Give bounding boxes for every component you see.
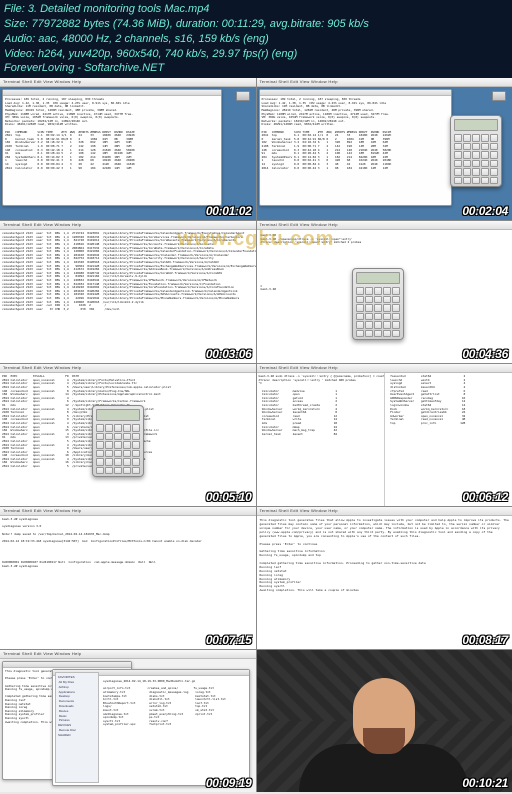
calc-buttons	[451, 133, 501, 187]
dtrace-right: fseventsd stat64 2 launchd wait4 2 syslo…	[385, 373, 512, 506]
finder-sidebar: FAVORITES All My Files AirDrop Applicati…	[55, 672, 99, 783]
hd-icon	[492, 91, 506, 101]
thumb-2: Terminal Shell Edit View Window Help Pro…	[257, 78, 512, 220]
menubar: Terminal Shell Edit View Window Help	[0, 507, 256, 516]
thumb-1: Terminal Shell Edit View Window Help Pro…	[0, 78, 256, 220]
credit-line: ForeverLoving - Softarchive.NET	[4, 61, 508, 76]
presenter-video	[257, 650, 512, 792]
media-info-header: File: 3. Detailed monitoring tools Mac.m…	[0, 0, 512, 78]
timestamp: 00:03:06	[206, 347, 252, 361]
calc-display	[356, 272, 400, 284]
timestamp: 00:06:12	[462, 490, 508, 504]
thumb-4: Terminal Shell Edit View Window Help bas…	[257, 221, 512, 363]
hd-icon	[236, 91, 250, 101]
timestamp: 00:09:19	[206, 776, 252, 790]
menubar: Terminal Shell Edit View Window Help	[257, 78, 512, 87]
dtrace-left: bash-3.2# sudo dtrace -n 'syscall:::entr…	[257, 373, 385, 506]
thumbnail-grid: Terminal Shell Edit View Window Help Pro…	[0, 78, 512, 792]
calc-display	[454, 119, 498, 131]
timestamp: 00:01:02	[206, 204, 252, 218]
menubar: Terminal Shell Edit View Window Help	[0, 221, 256, 230]
menubar: Terminal Shell Edit View Window Help	[0, 78, 256, 87]
timestamp: 00:10:21	[462, 776, 508, 790]
calc-buttons	[93, 423, 143, 477]
menubar: Terminal Shell Edit View Window Help	[0, 650, 256, 659]
presenter-head	[353, 678, 415, 752]
timestamp: 00:02:04	[462, 204, 508, 218]
menubar: Terminal Shell Edit View Window Help	[0, 364, 256, 373]
timestamp: 00:04:36	[462, 347, 508, 361]
terminal-top: Processes: 189 total, 2 running, 187 sle…	[2, 89, 222, 206]
finder-window: FAVORITES All My Files AirDrop Applicati…	[52, 669, 250, 786]
thumb-3: Terminal Shell Edit View Window Help cal…	[0, 221, 256, 363]
size-line: Size: 77972882 bytes (74.36 MiB), durati…	[4, 17, 508, 32]
thumb-8: Terminal Shell Edit View Window Help Thi…	[257, 507, 512, 649]
thumb-9: Terminal Shell Edit View Window Help Thi…	[0, 650, 256, 792]
sysdiag-output: bash-3.2# sysdiagnose sysdiagnose versio…	[0, 516, 256, 649]
menubar: Terminal Shell Edit View Window Help	[257, 364, 512, 373]
thumb-10: 00:10:21	[257, 650, 512, 792]
menubar: Terminal Shell Edit View Window Help	[257, 221, 512, 230]
top-output: Processes: 189 total, 2 running, 187 sle…	[260, 96, 452, 172]
finder-files: sysdiagnose_2014.02.14_18-19-33-0800_Mac…	[101, 678, 247, 783]
thumb-6: Terminal Shell Edit View Window Help bas…	[257, 364, 512, 506]
calc-buttons	[353, 286, 403, 340]
calculator-window	[450, 115, 502, 187]
menubar: Terminal Shell Edit View Window Help	[257, 507, 512, 516]
calc-display	[96, 409, 140, 421]
audio-line: Audio: aac, 48000 Hz, 2 channels, s16, 1…	[4, 32, 508, 47]
lsof-output: calendarAgent 2123 user txt REG 1,4 2719…	[0, 230, 256, 363]
timestamp: 00:07:15	[206, 633, 252, 647]
thumb-7: Terminal Shell Edit View Window Help bas…	[0, 507, 256, 649]
thumb-5: Terminal Shell Edit View Window Help PID…	[0, 364, 256, 506]
sysdiag-running: This diagnostic tool generates files tha…	[257, 516, 512, 649]
timestamp: 00:08:17	[462, 633, 508, 647]
video-line: Video: h264, yuv420p, 960x540, 740 kb/s,…	[4, 47, 508, 62]
top-output: Processes: 189 total, 2 running, 187 sle…	[3, 96, 221, 172]
calculator-window	[92, 405, 144, 477]
terminal-top: Processes: 189 total, 2 running, 187 sle…	[259, 89, 453, 206]
timestamp: 00:05:10	[206, 490, 252, 504]
calculator-window	[352, 268, 404, 340]
file-line: File: 3. Detailed monitoring tools Mac.m…	[4, 2, 508, 17]
